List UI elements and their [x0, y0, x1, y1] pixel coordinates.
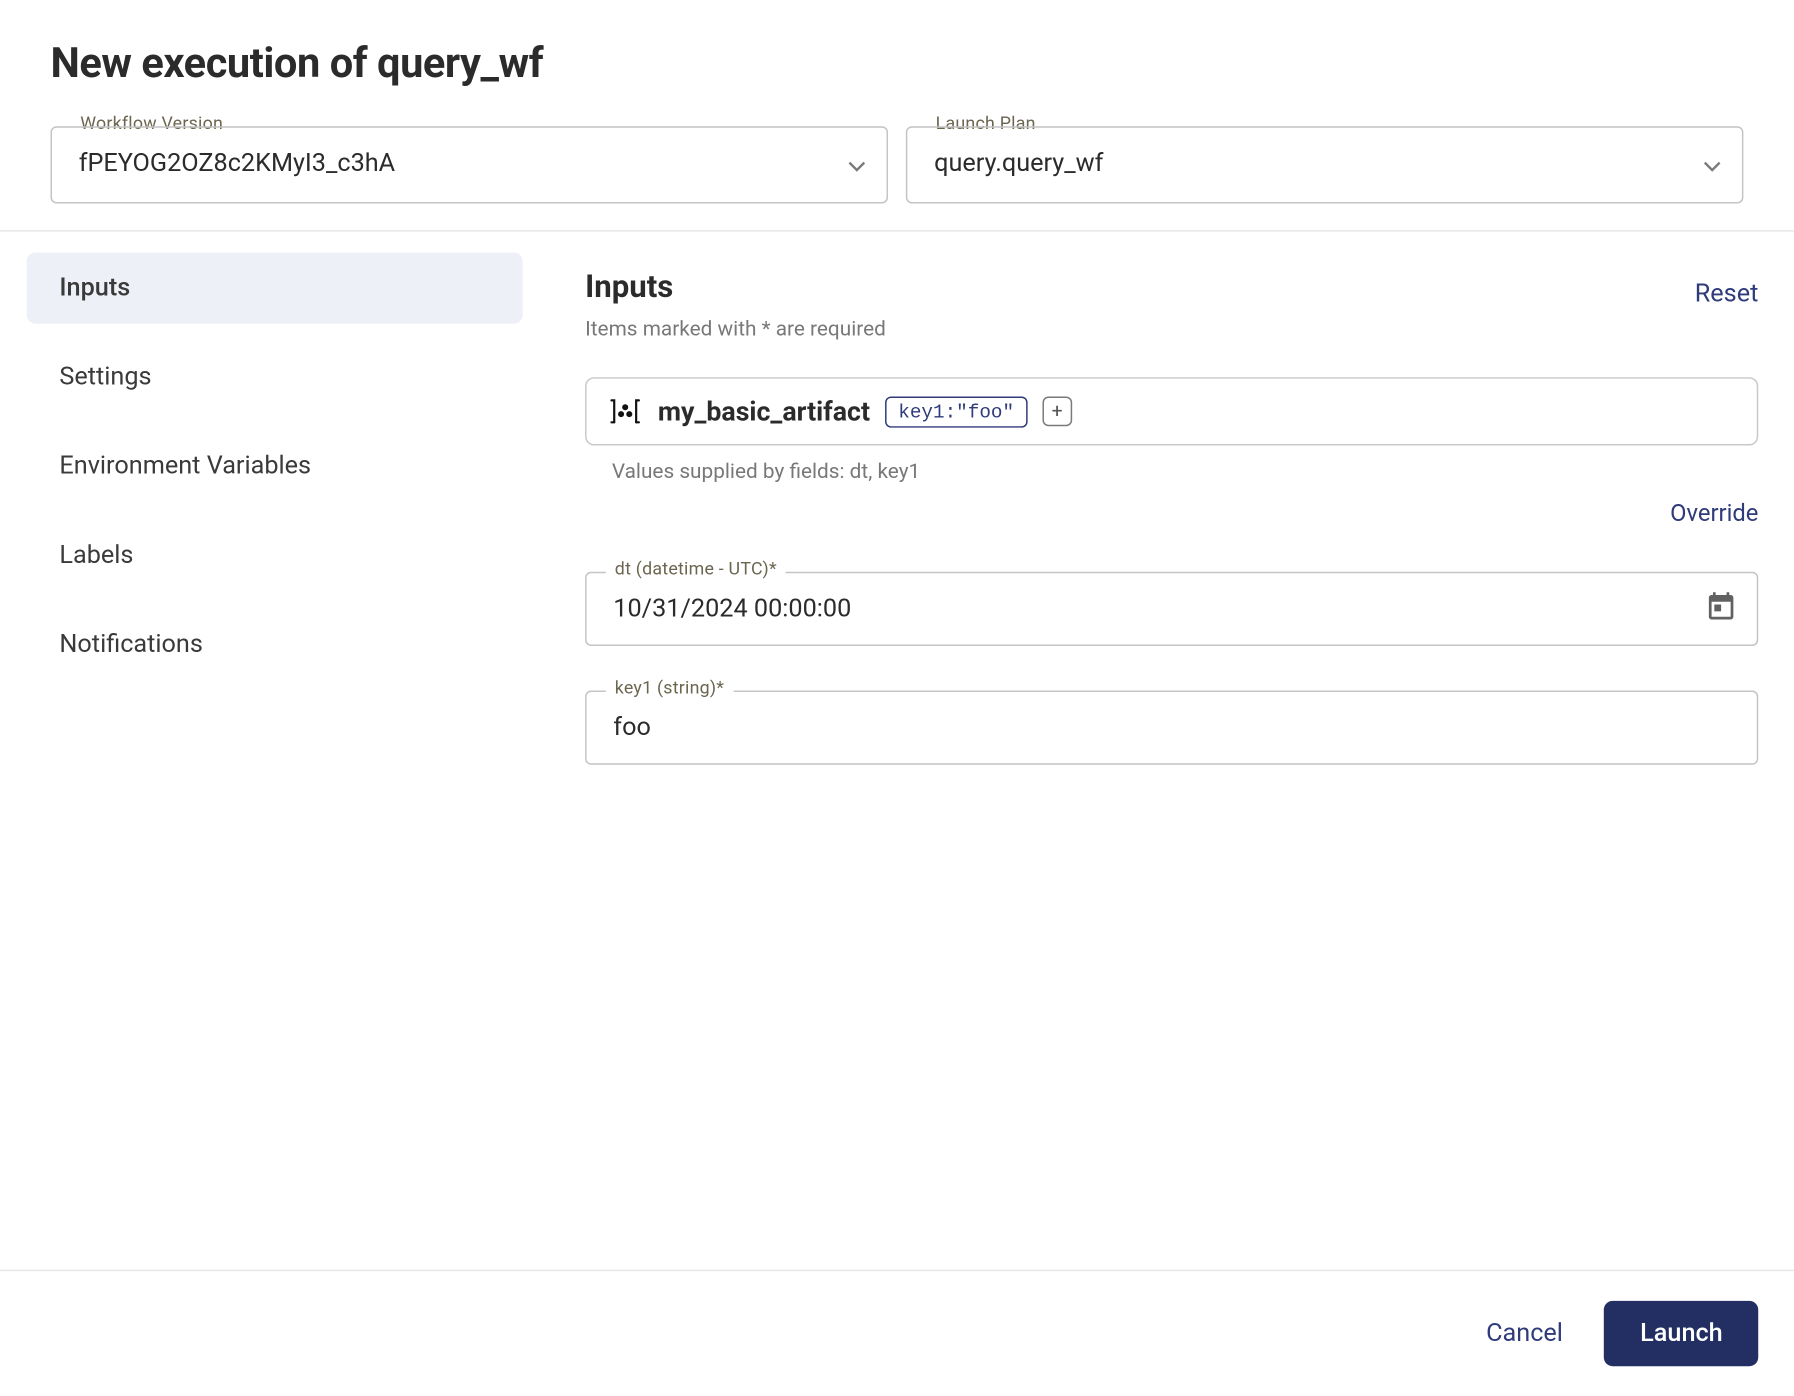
key1-field-wrap: key1 (string)* [585, 691, 1758, 765]
sidebar-item-notifications[interactable]: Notifications [27, 609, 523, 680]
sidebar-item-label: Environment Variables [59, 451, 311, 481]
key1-field-label: key1 (string)* [606, 677, 733, 698]
artifact-name: my_basic_artifact [658, 396, 870, 427]
chevron-down-icon [848, 150, 866, 180]
sidebar: Inputs Settings Environment Variables La… [0, 232, 549, 1270]
reset-button[interactable]: Reset [1695, 279, 1759, 309]
workflow-version-select[interactable]: fPEYOG2OZ8c2KMyI3_c3hA [50, 126, 888, 203]
launch-plan-select-wrap: Launch Plan query.query_wf [906, 126, 1744, 203]
dt-field-wrap: dt (datetime - UTC)* [585, 572, 1758, 646]
sidebar-item-environment-variables[interactable]: Environment Variables [27, 431, 523, 502]
launch-plan-value: query.query_wf [934, 149, 1103, 179]
artifact-box: my_basic_artifact key1:"foo" + [585, 377, 1758, 445]
section-title: Inputs [585, 270, 886, 306]
key1-input[interactable] [585, 691, 1758, 765]
workflow-version-select-wrap: Workflow Version fPEYOG2OZ8c2KMyI3_c3hA [50, 126, 888, 203]
sidebar-item-settings[interactable]: Settings [27, 342, 523, 413]
sidebar-item-inputs[interactable]: Inputs [27, 252, 523, 323]
cancel-button[interactable]: Cancel [1486, 1319, 1563, 1349]
sidebar-item-label: Inputs [59, 273, 130, 303]
footer: Cancel Launch [0, 1270, 1794, 1396]
chevron-down-icon [1703, 150, 1721, 180]
calendar-icon[interactable] [1705, 590, 1738, 629]
launch-button[interactable]: Launch [1605, 1301, 1759, 1366]
dt-input[interactable] [585, 572, 1758, 646]
sidebar-item-label: Settings [59, 362, 151, 392]
dt-field-label: dt (datetime - UTC)* [606, 558, 786, 579]
main-panel: Inputs Items marked with * are required … [549, 232, 1794, 1270]
workflow-version-value: fPEYOG2OZ8c2KMyI3_c3hA [79, 149, 395, 179]
sidebar-item-labels[interactable]: Labels [27, 520, 523, 591]
artifact-icon [607, 394, 643, 430]
page-title: New execution of query_wf [50, 39, 1743, 88]
launch-plan-select[interactable]: query.query_wf [906, 126, 1744, 203]
sidebar-item-label: Notifications [59, 630, 203, 660]
required-note: Items marked with * are required [585, 318, 886, 342]
artifact-tag: key1:"foo" [885, 396, 1028, 427]
add-tag-button[interactable]: + [1042, 396, 1072, 426]
override-button[interactable]: Override [1670, 499, 1758, 527]
supplied-by-text: Values supplied by fields: dt, key1 [612, 460, 1759, 484]
sidebar-item-label: Labels [59, 541, 133, 571]
